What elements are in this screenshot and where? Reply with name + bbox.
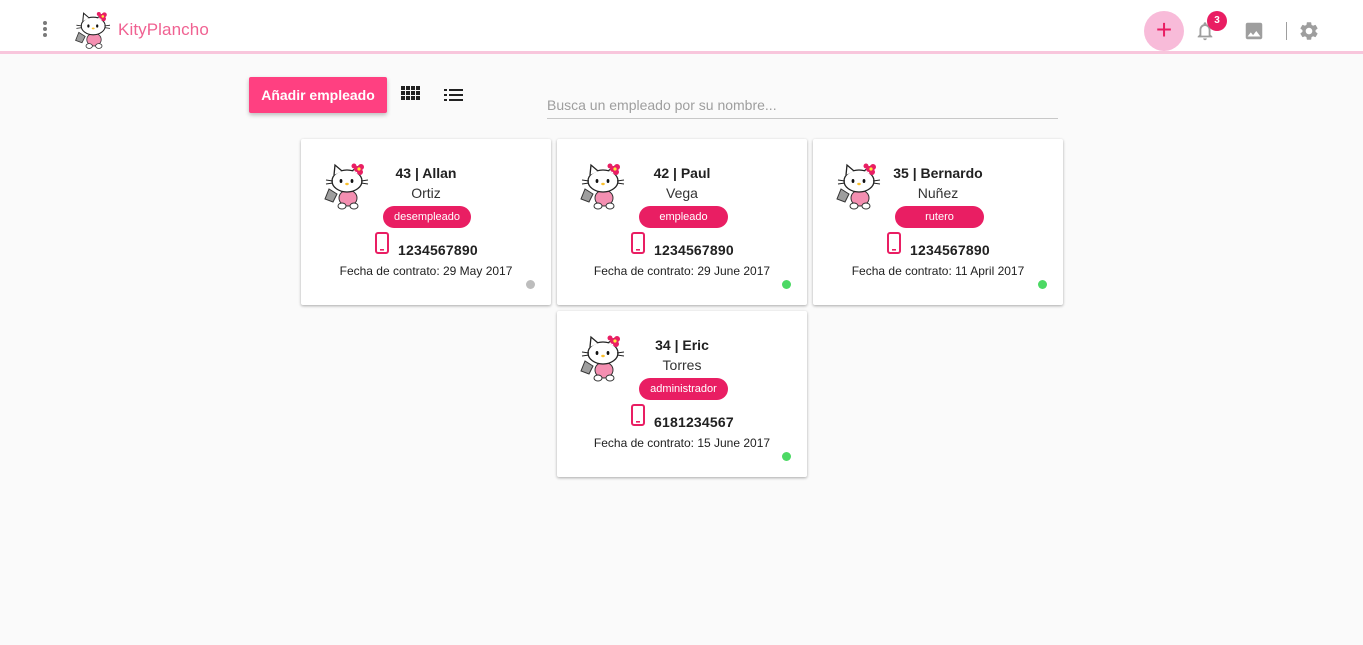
toolbar-divider xyxy=(1286,22,1287,40)
hire-date: Fecha de contrato: 29 May 2017 xyxy=(339,264,513,278)
employee-last-name: Vega xyxy=(666,185,698,201)
phone-icon xyxy=(631,232,645,254)
role-badge: rutero xyxy=(895,206,984,228)
phone-icon xyxy=(375,232,389,254)
employee-card[interactable]: 42 | Paul Vega empleado 1234567890 Fecha de … xyxy=(557,139,807,305)
hire-date: Fecha de contrato: 15 June 2017 xyxy=(593,436,771,450)
employee-last-name: Nuñez xyxy=(917,185,959,201)
more-vert-icon[interactable] xyxy=(36,18,54,40)
top-bar: KityPlancho + 3 xyxy=(0,0,1363,54)
list-view-icon[interactable] xyxy=(444,86,464,104)
hire-date: Fecha de contrato: 29 June 2017 xyxy=(593,264,771,278)
image-icon[interactable] xyxy=(1243,20,1265,42)
phone-icon xyxy=(887,232,901,254)
phone-icon xyxy=(631,404,645,426)
employee-phone: 1234567890 xyxy=(398,242,478,258)
grid-view-icon[interactable] xyxy=(401,86,421,104)
employee-phone: 1234567890 xyxy=(654,242,734,258)
employee-name: 35 | Bernardo xyxy=(893,165,983,181)
employee-card[interactable]: 43 | Allan Ortiz desempleado 1234567890 Fech… xyxy=(301,139,551,305)
app-title[interactable]: KityPlancho xyxy=(118,20,209,40)
kitty-logo-icon xyxy=(74,8,114,52)
role-badge: desempleado xyxy=(383,206,471,228)
employee-name: 42 | Paul xyxy=(653,165,711,181)
add-button[interactable]: + xyxy=(1144,11,1184,51)
employee-name: 43 | Allan xyxy=(395,165,457,181)
add-employee-button[interactable]: Añadir empleado xyxy=(249,77,387,113)
gear-icon[interactable] xyxy=(1298,20,1320,42)
employee-last-name: Torres xyxy=(662,357,702,373)
status-dot xyxy=(1038,280,1047,289)
employee-card[interactable]: 35 | Bernardo Nuñez rutero 1234567890 Fecha … xyxy=(813,139,1063,305)
employee-last-name: Ortiz xyxy=(411,185,441,201)
status-dot xyxy=(782,280,791,289)
employee-phone: 6181234567 xyxy=(654,414,734,430)
role-badge: administrador xyxy=(639,378,728,400)
status-dot xyxy=(526,280,535,289)
status-dot xyxy=(782,452,791,461)
hire-date: Fecha de contrato: 11 April 2017 xyxy=(851,264,1025,278)
role-badge: empleado xyxy=(639,206,728,228)
employee-name: 34 | Eric xyxy=(655,337,709,353)
employee-phone: 1234567890 xyxy=(910,242,990,258)
search-input[interactable] xyxy=(547,92,1058,119)
employee-card[interactable]: 34 | Eric Torres administrador 6181234567 Fe… xyxy=(557,311,807,477)
notifications-badge: 3 xyxy=(1207,11,1227,31)
